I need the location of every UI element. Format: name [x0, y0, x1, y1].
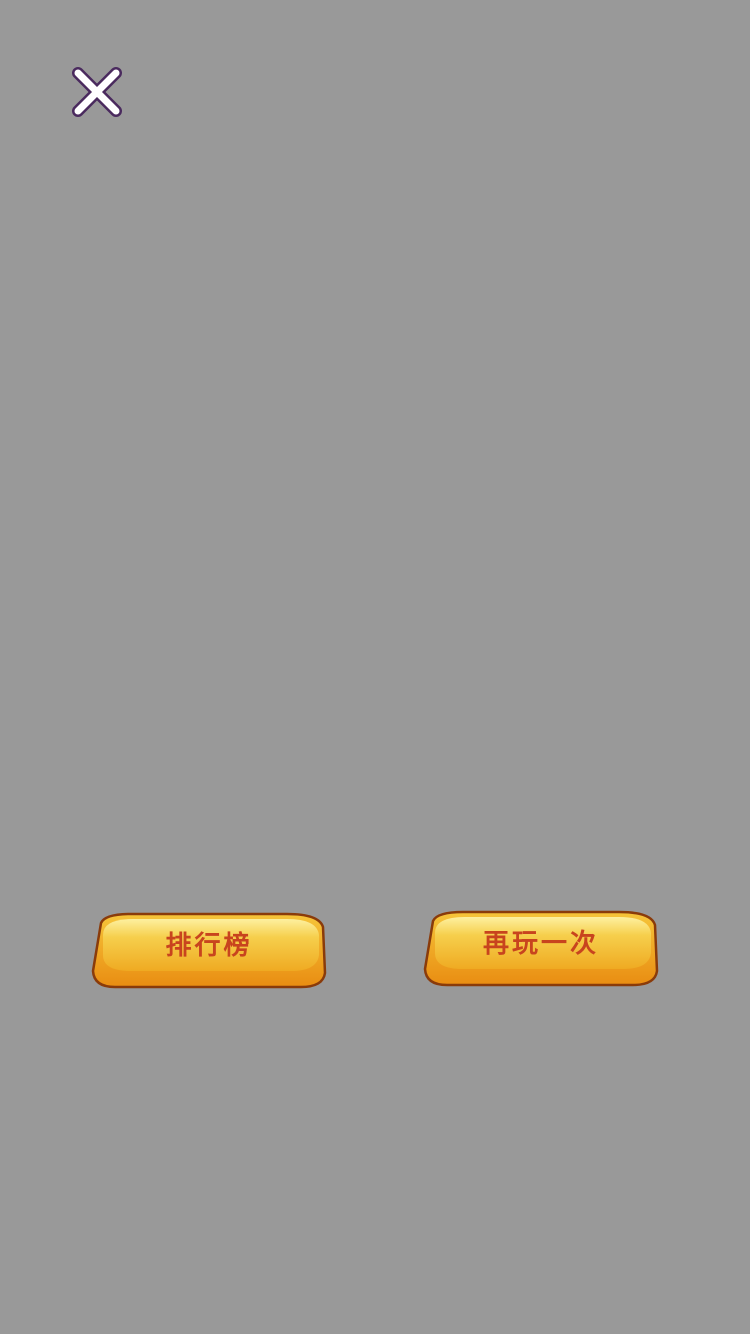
play-again-button[interactable]: 再玩一次	[423, 909, 659, 987]
play-again-label: 再玩一次	[482, 929, 599, 959]
close-icon	[72, 67, 122, 117]
leaderboard-label: 排行榜	[165, 931, 253, 961]
close-button[interactable]	[68, 64, 126, 120]
leaderboard-button[interactable]: 排行榜	[91, 911, 327, 989]
